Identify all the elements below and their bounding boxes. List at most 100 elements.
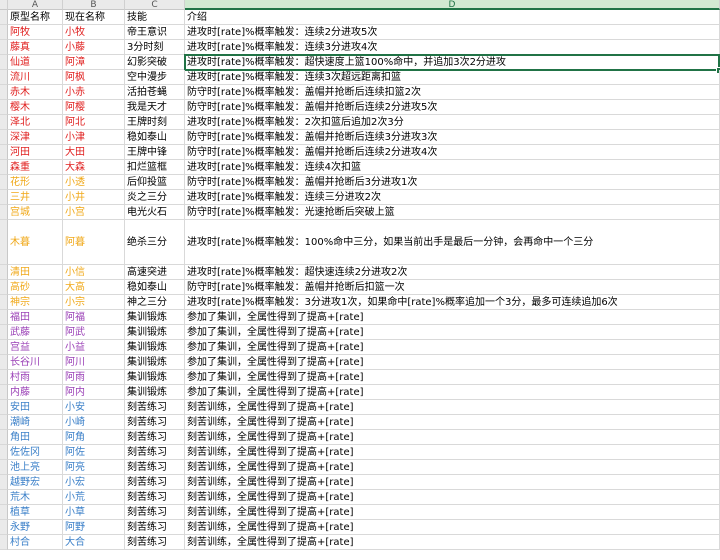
description-cell[interactable]: 刻苦训练，全属性得到了提高+[rate] (185, 445, 720, 460)
column-header-a[interactable]: A (8, 0, 63, 10)
row-header[interactable] (0, 520, 8, 535)
current-name-cell[interactable]: 阿雨 (63, 370, 125, 385)
skill-cell[interactable]: 刻苦练习 (125, 475, 185, 490)
description-cell[interactable]: 刻苦训练，全属性得到了提高+[rate] (185, 505, 720, 520)
description-cell[interactable]: 进攻时[rate]%概率触发：2次扣篮后追加2次3分 (185, 115, 720, 130)
original-name-cell[interactable]: 植草 (8, 505, 63, 520)
row-header[interactable] (0, 295, 8, 310)
description-cell[interactable]: 防守时[rate]%概率触发：盖帽并抢断后3分进攻1次 (185, 175, 720, 190)
description-cell[interactable]: 刻苦训练，全属性得到了提高+[rate] (185, 400, 720, 415)
column-header-b[interactable]: B (63, 0, 125, 10)
description-cell[interactable]: 刻苦训练，全属性得到了提高+[rate] (185, 520, 720, 535)
row-header[interactable] (0, 55, 8, 70)
current-name-cell[interactable]: 阿福 (63, 310, 125, 325)
current-name-cell[interactable]: 小益 (63, 340, 125, 355)
header-original-name-cell[interactable]: 原型名称 (8, 10, 63, 25)
current-name-cell[interactable]: 阿角 (63, 430, 125, 445)
original-name-cell[interactable]: 武藤 (8, 325, 63, 340)
row-header[interactable] (0, 175, 8, 190)
current-name-cell[interactable]: 阿漳 (63, 55, 125, 70)
description-cell[interactable]: 防守时[rate]%概率触发：盖帽并抢断后连续扣篮2次 (185, 85, 720, 100)
original-name-cell[interactable]: 花形 (8, 175, 63, 190)
row-header[interactable] (0, 10, 8, 25)
skill-cell[interactable]: 高速突进 (125, 265, 185, 280)
original-name-cell[interactable]: 荒木 (8, 490, 63, 505)
current-name-cell[interactable]: 小透 (63, 175, 125, 190)
skill-cell[interactable]: 刻苦练习 (125, 460, 185, 475)
original-name-cell[interactable]: 潮崎 (8, 415, 63, 430)
skill-cell[interactable]: 绝杀三分 (125, 220, 185, 265)
row-header[interactable] (0, 355, 8, 370)
description-cell[interactable]: 刻苦训练，全属性得到了提高+[rate] (185, 535, 720, 550)
description-cell[interactable]: 进攻时[rate]%概率触发：连续3分进攻4次 (185, 40, 720, 55)
row-header[interactable] (0, 190, 8, 205)
row-header[interactable] (0, 205, 8, 220)
original-name-cell[interactable]: 福田 (8, 310, 63, 325)
description-cell[interactable]: 防守时[rate]%概率触发：盖帽并抢断后扣篮一次 (185, 280, 720, 295)
skill-cell[interactable]: 集训锻炼 (125, 385, 185, 400)
original-name-cell[interactable]: 流川 (8, 70, 63, 85)
original-name-cell[interactable]: 高砂 (8, 280, 63, 295)
skill-cell[interactable]: 刻苦练习 (125, 415, 185, 430)
row-header[interactable] (0, 40, 8, 55)
current-name-cell[interactable]: 阿川 (63, 355, 125, 370)
column-header-c[interactable]: C (125, 0, 185, 10)
description-cell[interactable]: 刻苦训练，全属性得到了提高+[rate] (185, 430, 720, 445)
original-name-cell[interactable]: 内藤 (8, 385, 63, 400)
skill-cell[interactable]: 集训锻炼 (125, 370, 185, 385)
current-name-cell[interactable]: 小草 (63, 505, 125, 520)
row-header[interactable] (0, 535, 8, 550)
row-header[interactable] (0, 25, 8, 40)
header-current-name-cell[interactable]: 现在名称 (63, 10, 125, 25)
skill-cell[interactable]: 刻苦练习 (125, 505, 185, 520)
original-name-cell[interactable]: 河田 (8, 145, 63, 160)
original-name-cell[interactable]: 宫城 (8, 205, 63, 220)
current-name-cell[interactable]: 小津 (63, 130, 125, 145)
skill-cell[interactable]: 刻苦练习 (125, 430, 185, 445)
description-cell[interactable]: 进攻时[rate]%概率触发：100%命中三分，如果当前出手是最后一分钟，会再命… (185, 220, 720, 265)
spreadsheet-grid[interactable]: A B C D 原型名称 现在名称 技能 介绍 阿牧 小牧 帝王意识 进攻时[rate]%概率触发：连… (0, 0, 720, 560)
row-header[interactable] (0, 445, 8, 460)
description-cell[interactable]: 进攻时[rate]%概率触发：连续2分进攻5次 (185, 25, 720, 40)
current-name-cell[interactable]: 小赤 (63, 85, 125, 100)
current-name-cell[interactable]: 小宗 (63, 295, 125, 310)
current-name-cell[interactable]: 阿樱 (63, 100, 125, 115)
description-cell[interactable]: 刻苦训练，全属性得到了提高+[rate] (185, 415, 720, 430)
row-header[interactable] (0, 310, 8, 325)
row-header[interactable] (0, 370, 8, 385)
original-name-cell[interactable]: 木暮 (8, 220, 63, 265)
skill-cell[interactable]: 集训锻炼 (125, 310, 185, 325)
select-all-corner[interactable] (0, 0, 8, 10)
original-name-cell[interactable]: 深津 (8, 130, 63, 145)
row-header[interactable] (0, 280, 8, 295)
skill-cell[interactable]: 集训锻炼 (125, 355, 185, 370)
original-name-cell[interactable]: 森重 (8, 160, 63, 175)
original-name-cell[interactable]: 泽北 (8, 115, 63, 130)
current-name-cell[interactable]: 阿亮 (63, 460, 125, 475)
description-cell[interactable]: 刻苦训练，全属性得到了提高+[rate] (185, 475, 720, 490)
column-header-d[interactable]: D (185, 0, 720, 10)
skill-cell[interactable]: 我是天才 (125, 100, 185, 115)
description-cell[interactable]: 进攻时[rate]%概率触发：连续4次扣篮 (185, 160, 720, 175)
current-name-cell[interactable]: 小崎 (63, 415, 125, 430)
row-header[interactable] (0, 70, 8, 85)
original-name-cell[interactable]: 藤真 (8, 40, 63, 55)
description-cell[interactable]: 进攻时[rate]%概率触发：超快速度上篮100%命中，并追加3次2分进攻 (185, 55, 720, 70)
description-cell[interactable]: 参加了集训，全属性得到了提高+[rate] (185, 340, 720, 355)
skill-cell[interactable]: 王牌时刻 (125, 115, 185, 130)
current-name-cell[interactable]: 大高 (63, 280, 125, 295)
description-cell[interactable]: 参加了集训，全属性得到了提高+[rate] (185, 325, 720, 340)
current-name-cell[interactable]: 阿暮 (63, 220, 125, 265)
original-name-cell[interactable]: 安田 (8, 400, 63, 415)
current-name-cell[interactable]: 小信 (63, 265, 125, 280)
current-name-cell[interactable]: 阿北 (63, 115, 125, 130)
current-name-cell[interactable]: 大田 (63, 145, 125, 160)
row-header[interactable] (0, 505, 8, 520)
original-name-cell[interactable]: 越野宏 (8, 475, 63, 490)
current-name-cell[interactable]: 小井 (63, 190, 125, 205)
row-header[interactable] (0, 460, 8, 475)
row-header[interactable] (0, 400, 8, 415)
description-cell[interactable]: 参加了集训，全属性得到了提高+[rate] (185, 355, 720, 370)
skill-cell[interactable]: 稳如泰山 (125, 130, 185, 145)
description-cell[interactable]: 进攻时[rate]%概率触发：超快速连续2分进攻2次 (185, 265, 720, 280)
